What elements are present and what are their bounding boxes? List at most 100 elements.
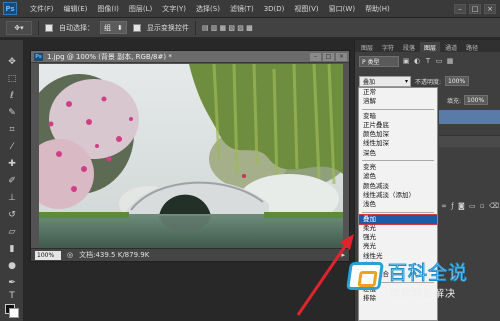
status-menu-icon[interactable]: ◎ <box>67 251 73 259</box>
trash-icon[interactable]: ⌫ <box>489 202 499 210</box>
menu-bar: Ps 文件(F) 编辑(E) 图像(I) 图层(L) 文字(Y) 选择(S) 滤… <box>0 0 500 18</box>
lasso-tool-icon[interactable]: ℓ <box>4 90 20 102</box>
blend-mode-select[interactable]: 叠加 ▾ <box>359 75 411 87</box>
landscape-photo <box>39 64 343 248</box>
menu-window[interactable]: 窗口(W) <box>324 4 360 14</box>
blend-option[interactable]: 溶解 <box>359 97 437 106</box>
menu-edit[interactable]: 编辑(E) <box>59 4 93 14</box>
tool-preset-picker[interactable]: ✥▾ <box>6 20 32 35</box>
background-layer-row[interactable] <box>439 135 500 147</box>
background-color-swatch[interactable] <box>9 308 19 318</box>
blend-option[interactable]: 线性加深 <box>359 139 437 148</box>
move-tool-icon: ✥▾ <box>14 23 24 32</box>
eyedropper-tool-icon[interactable]: ⁄ <box>4 141 20 153</box>
shape-filter-icon[interactable]: ▭ <box>435 57 443 65</box>
menu-3d[interactable]: 3D(D) <box>259 5 290 13</box>
watermark: 百科全说 助你轻松解决 <box>346 256 498 316</box>
close-button[interactable]: × <box>484 3 496 14</box>
dodge-tool-icon[interactable]: ● <box>4 260 20 272</box>
fill-field[interactable]: 100% <box>464 95 489 105</box>
document-size: 文档:439.5 K/879.9K <box>79 251 150 259</box>
doc-minimize-button[interactable]: – <box>310 52 321 61</box>
menu-divider <box>362 108 434 110</box>
blend-option[interactable]: 变暗 <box>359 112 437 121</box>
type-tool-icon[interactable]: T <box>4 290 20 302</box>
menu-layer[interactable]: 图层(L) <box>124 4 157 14</box>
link-icon[interactable]: ∞ <box>441 202 447 210</box>
doc-maximize-button[interactable]: □ <box>323 52 334 61</box>
history-brush-tool-icon[interactable]: ↺ <box>4 209 20 221</box>
zoom-field[interactable]: 100% <box>35 250 61 260</box>
auto-select-value: 组 <box>104 23 111 32</box>
image-canvas[interactable] <box>39 64 343 248</box>
selected-layer-row[interactable] <box>439 110 500 124</box>
document-tab[interactable]: Ps 1.jpg @ 100% (背景 副本, RGB/8#) * – □ × <box>31 51 349 63</box>
image-filter-icon[interactable]: ▣ <box>402 57 410 65</box>
photoshop-doc-icon: Ps <box>34 52 43 61</box>
menu-file[interactable]: 文件(F) <box>25 4 59 14</box>
opacity-label: 不透明度: <box>415 78 442 86</box>
crop-tool-icon[interactable]: ⌗ <box>4 124 20 136</box>
menu-type[interactable]: 文字(Y) <box>157 4 191 14</box>
tab-layers[interactable]: 图层 <box>420 42 441 52</box>
fx-icon[interactable]: ƒ <box>451 202 453 210</box>
blend-option[interactable]: 正常 <box>359 88 437 97</box>
clone-stamp-tool-icon[interactable]: ⊥ <box>4 192 20 204</box>
menu-image[interactable]: 图像(I) <box>92 4 124 14</box>
options-bar: ✥▾ 自动选择： 组 ⬍ 显示变换控件 ▤ ▥ ▦ ▧ ▨ ▩ <box>0 18 500 38</box>
quick-select-tool-icon[interactable]: ✎ <box>4 107 20 119</box>
watermark-logo-icon <box>346 262 384 290</box>
menu-select[interactable]: 选择(S) <box>191 4 225 14</box>
adjust-filter-icon[interactable]: ◐ <box>413 57 421 65</box>
show-transform-label: 显示变换控件 <box>146 23 189 32</box>
layer-kind-filter[interactable]: P 类型 <box>359 55 399 67</box>
blend-option[interactable]: 亮光 <box>359 242 437 251</box>
align-icons[interactable]: ▤ ▥ ▦ ▧ ▨ ▩ <box>202 24 253 32</box>
smart-filter-icon[interactable]: ▦ <box>446 57 454 65</box>
maximize-button[interactable]: □ <box>469 3 481 14</box>
marquee-tool-icon[interactable]: ⬚ <box>4 73 20 85</box>
tab-character[interactable]: 字符 <box>378 42 398 52</box>
menu-divider <box>362 160 434 162</box>
menu-divider <box>362 211 434 213</box>
blend-option[interactable]: 线性减淡（添加） <box>359 191 437 200</box>
blend-option-overlay[interactable]: 叠加 <box>359 213 437 225</box>
blend-option[interactable]: 颜色减淡 <box>359 182 437 191</box>
blend-option[interactable]: 正片叠底 <box>359 121 437 130</box>
chevron-down-icon: ▾ <box>404 77 408 85</box>
tab-paragraph[interactable]: 段落 <box>399 42 419 52</box>
blend-option[interactable]: 柔光 <box>359 224 437 233</box>
tab-paths[interactable]: 路径 <box>462 42 482 52</box>
blend-option[interactable]: 滤色 <box>359 172 437 181</box>
eraser-tool-icon[interactable]: ▱ <box>4 226 20 238</box>
layer-filter-row: P 类型 ▣ ◐ T ▭ ▦ <box>359 55 454 67</box>
blend-option[interactable]: 深色 <box>359 149 437 158</box>
menu-help[interactable]: 帮助(H) <box>360 4 395 14</box>
new-layer-icon[interactable]: ▫ <box>480 202 485 210</box>
move-tool-icon[interactable]: ✥ <box>4 56 20 68</box>
healing-brush-tool-icon[interactable]: ✚ <box>4 158 20 170</box>
show-transform-checkbox[interactable] <box>132 23 141 32</box>
tab-channels[interactable]: 通道 <box>441 42 461 52</box>
watermark-title: 百科全说 <box>388 262 469 284</box>
auto-select-dropdown[interactable]: 组 ⬍ <box>100 21 127 34</box>
brush-tool-icon[interactable]: ✐ <box>4 175 20 187</box>
photoshop-logo-icon: Ps <box>3 2 17 15</box>
type-filter-icon[interactable]: T <box>424 57 432 65</box>
tab-layers-a[interactable]: 图层 <box>357 42 377 52</box>
layer-actions: ∞ ƒ ◙ ▭ ▫ ⌫ <box>439 200 500 212</box>
menu-view[interactable]: 视图(V) <box>289 4 323 14</box>
mask-icon[interactable]: ◙ <box>458 202 465 210</box>
gradient-tool-icon[interactable]: ▮ <box>4 243 20 255</box>
minimize-button[interactable]: – <box>454 3 466 14</box>
pen-tool-icon[interactable]: ✒ <box>4 277 20 289</box>
watermark-subtitle: 助你轻松解决 <box>390 289 456 300</box>
menu-filter[interactable]: 滤镜(T) <box>225 4 259 14</box>
auto-select-checkbox[interactable] <box>45 23 53 32</box>
auto-select-label: 自动选择： <box>59 23 94 32</box>
folder-icon[interactable]: ▭ <box>469 202 476 210</box>
blend-option[interactable]: 浅色 <box>359 200 437 209</box>
doc-close-button[interactable]: × <box>336 52 347 61</box>
blend-option[interactable]: 变亮 <box>359 163 437 172</box>
opacity-field[interactable]: 100% <box>445 76 470 86</box>
